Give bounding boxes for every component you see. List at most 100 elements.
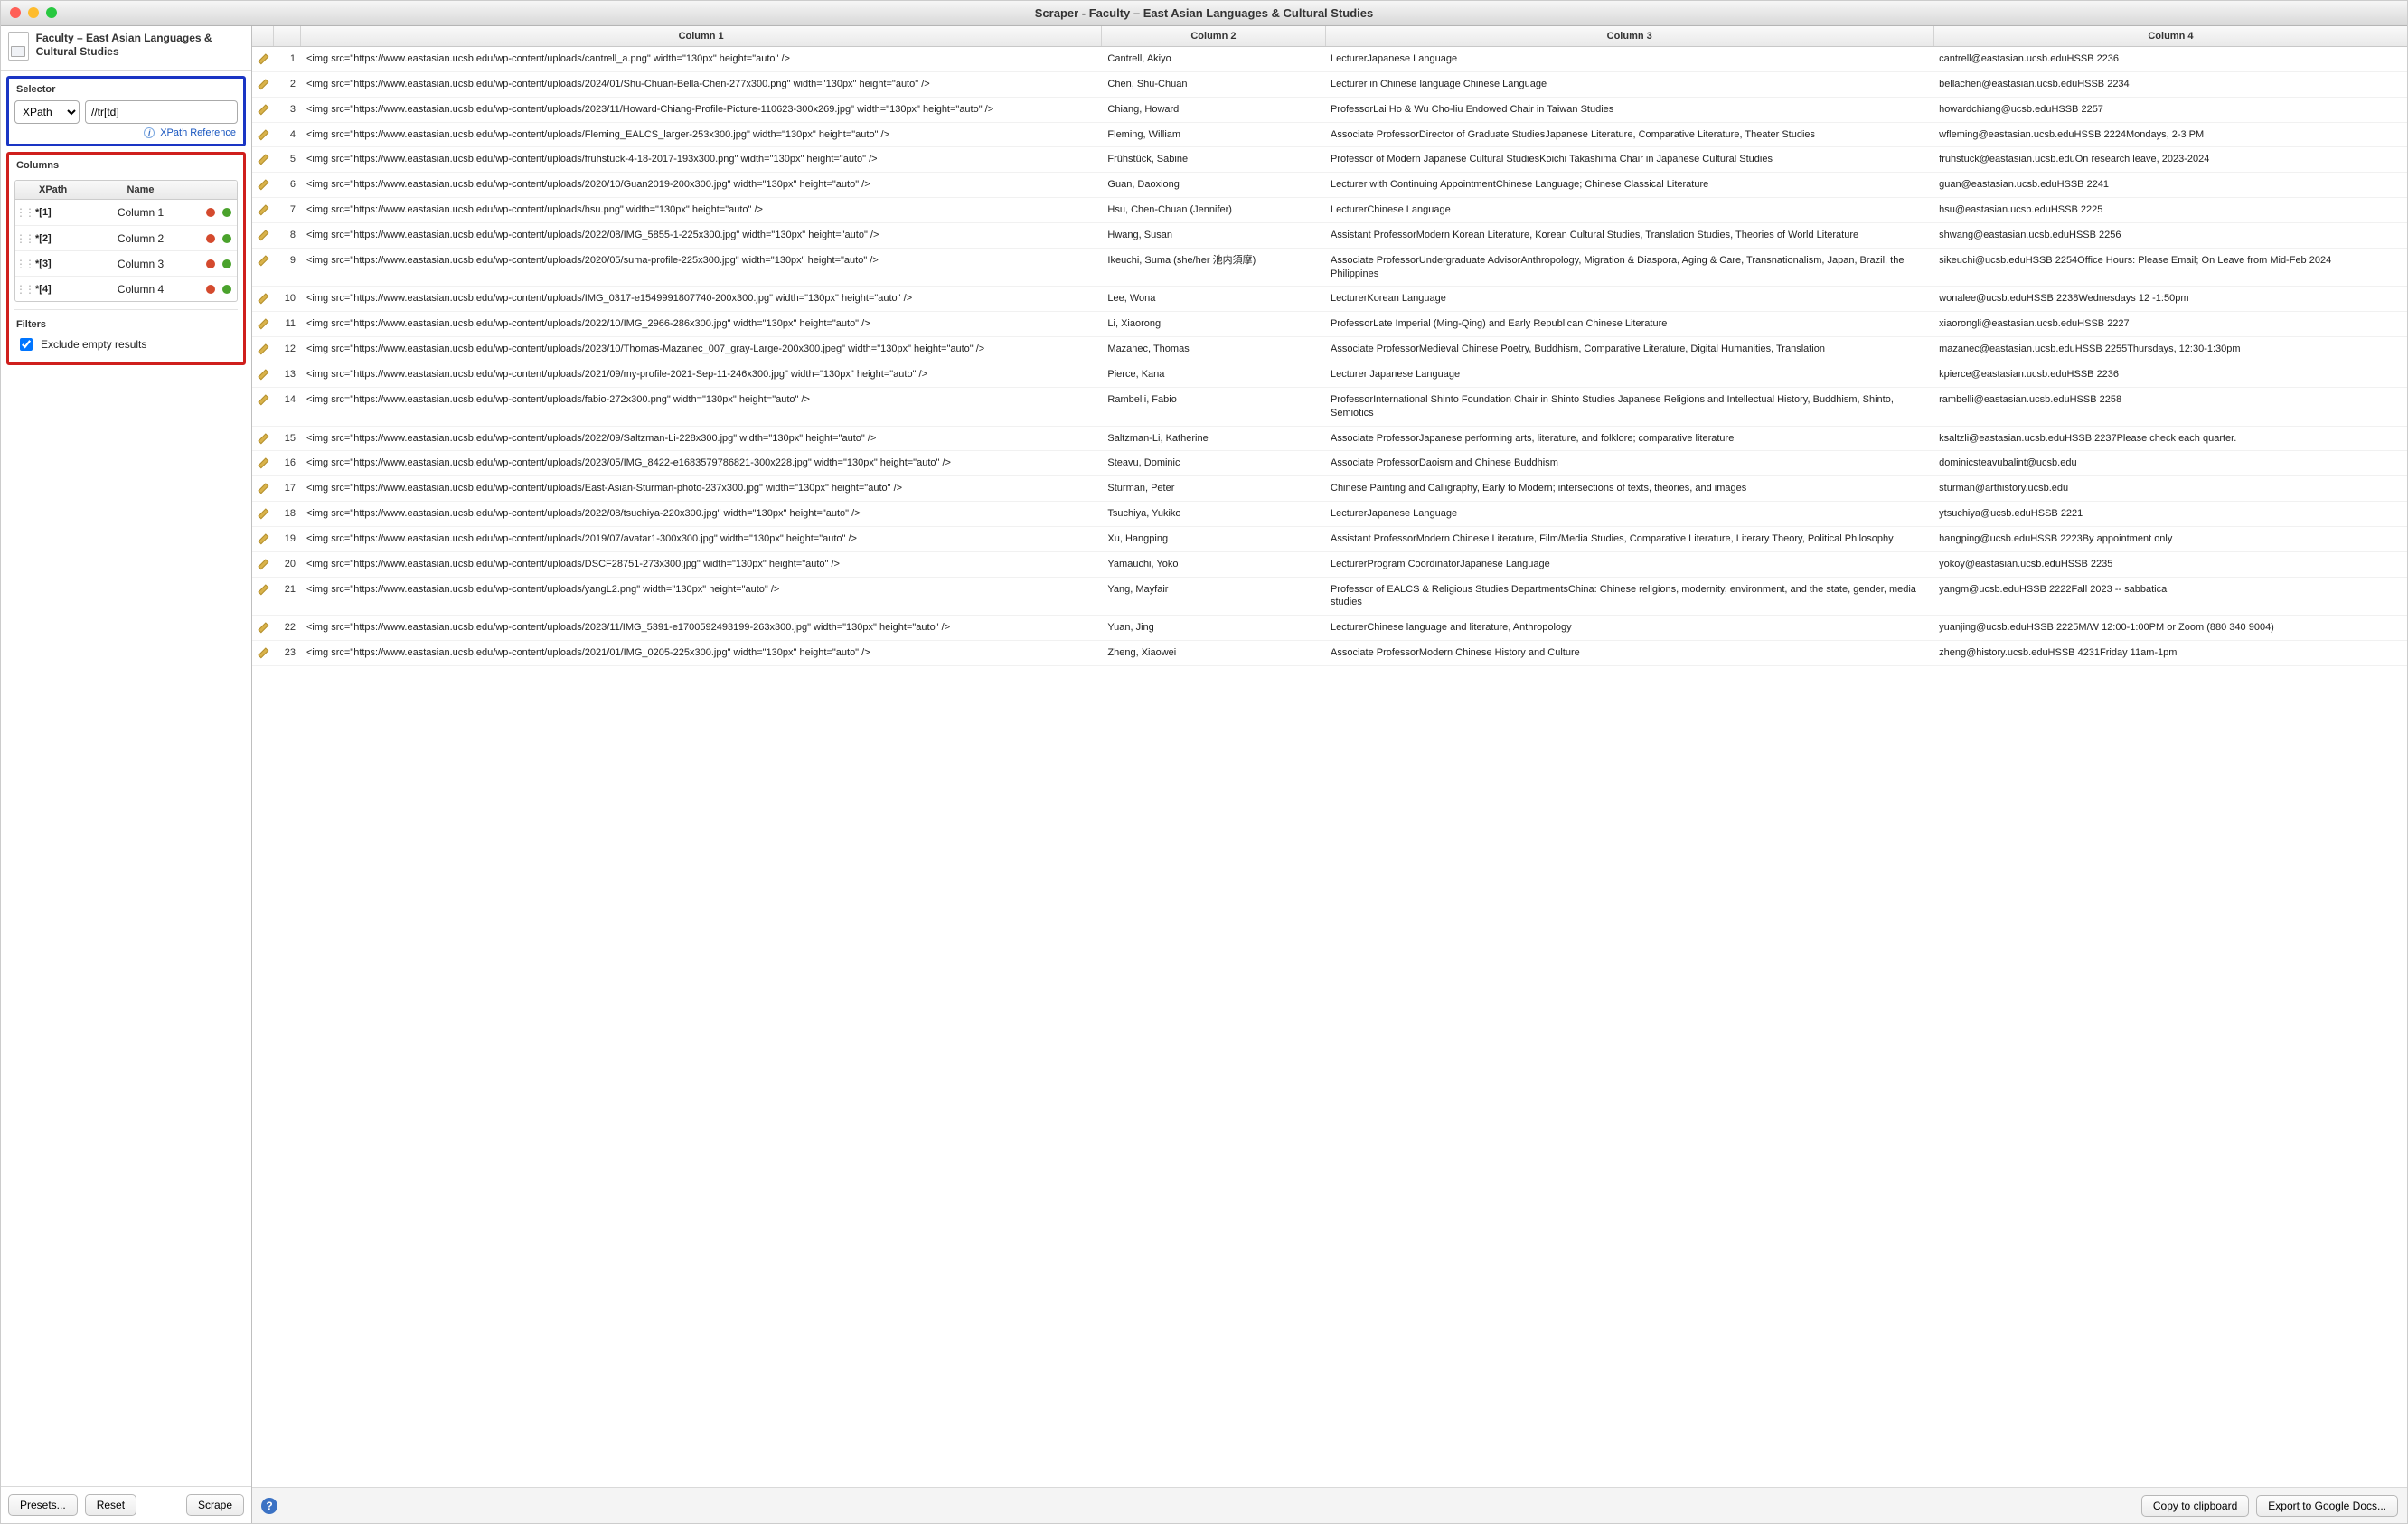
result-row[interactable]: 9<img src="https://www.eastasian.ucsb.ed…	[252, 249, 2407, 287]
xpath-reference-link[interactable]: XPath Reference	[160, 127, 236, 138]
pencil-icon[interactable]	[255, 290, 271, 306]
selector-type-dropdown[interactable]: XPathjQuery	[14, 100, 80, 124]
results-header-col4[interactable]: Column 4	[1934, 26, 2407, 46]
pencil-icon[interactable]	[255, 619, 271, 635]
pencil-icon[interactable]	[255, 556, 271, 572]
reset-button[interactable]: Reset	[85, 1494, 136, 1516]
column-row[interactable]: *[4]Column 4	[15, 276, 237, 301]
remove-column-icon[interactable]	[206, 234, 215, 243]
result-row[interactable]: 15<img src="https://www.eastasian.ucsb.e…	[252, 427, 2407, 452]
result-row[interactable]: 4<img src="https://www.eastasian.ucsb.ed…	[252, 123, 2407, 148]
edit-cell[interactable]	[252, 72, 274, 96]
pencil-icon[interactable]	[255, 505, 271, 522]
edit-cell[interactable]	[252, 47, 274, 71]
result-row[interactable]: 3<img src="https://www.eastasian.ucsb.ed…	[252, 98, 2407, 123]
result-row[interactable]: 14<img src="https://www.eastasian.ucsb.e…	[252, 388, 2407, 427]
help-icon[interactable]: ?	[261, 1498, 277, 1514]
result-row[interactable]: 6<img src="https://www.eastasian.ucsb.ed…	[252, 173, 2407, 198]
result-row[interactable]: 11<img src="https://www.eastasian.ucsb.e…	[252, 312, 2407, 337]
export-gdocs-button[interactable]: Export to Google Docs...	[2256, 1495, 2398, 1517]
edit-cell[interactable]	[252, 578, 274, 601]
column-name[interactable]: Column 2	[88, 232, 193, 245]
edit-cell[interactable]	[252, 451, 274, 475]
results-header-col1[interactable]: Column 1	[301, 26, 1102, 46]
result-row[interactable]: 2<img src="https://www.eastasian.ucsb.ed…	[252, 72, 2407, 98]
edit-cell[interactable]	[252, 476, 274, 500]
pencil-icon[interactable]	[255, 391, 271, 408]
pencil-icon[interactable]	[255, 341, 271, 357]
pencil-icon[interactable]	[255, 227, 271, 243]
result-row[interactable]: 20<img src="https://www.eastasian.ucsb.e…	[252, 552, 2407, 578]
add-column-icon[interactable]	[222, 208, 231, 217]
pencil-icon[interactable]	[255, 252, 271, 268]
result-row[interactable]: 22<img src="https://www.eastasian.ucsb.e…	[252, 616, 2407, 641]
column-name[interactable]: Column 3	[88, 258, 193, 270]
result-row[interactable]: 23<img src="https://www.eastasian.ucsb.e…	[252, 641, 2407, 666]
column-xpath[interactable]: *[1]	[33, 207, 88, 218]
result-row[interactable]: 21<img src="https://www.eastasian.ucsb.e…	[252, 578, 2407, 616]
edit-cell[interactable]	[252, 287, 274, 310]
column-row[interactable]: *[1]Column 1	[15, 200, 237, 225]
add-column-icon[interactable]	[222, 285, 231, 294]
minimize-window-button[interactable]	[28, 7, 39, 18]
result-row[interactable]: 10<img src="https://www.eastasian.ucsb.e…	[252, 287, 2407, 312]
edit-cell[interactable]	[252, 527, 274, 550]
edit-cell[interactable]	[252, 198, 274, 221]
pencil-icon[interactable]	[255, 100, 271, 117]
edit-cell[interactable]	[252, 98, 274, 121]
remove-column-icon[interactable]	[206, 208, 215, 217]
presets-button[interactable]: Presets...	[8, 1494, 78, 1516]
column-xpath[interactable]: *[4]	[33, 284, 88, 295]
result-row[interactable]: 7<img src="https://www.eastasian.ucsb.ed…	[252, 198, 2407, 223]
pencil-icon[interactable]	[255, 76, 271, 92]
copy-clipboard-button[interactable]: Copy to clipboard	[2141, 1495, 2249, 1517]
remove-column-icon[interactable]	[206, 285, 215, 294]
edit-cell[interactable]	[252, 123, 274, 146]
column-name[interactable]: Column 1	[88, 206, 193, 219]
result-row[interactable]: 17<img src="https://www.eastasian.ucsb.e…	[252, 476, 2407, 502]
edit-cell[interactable]	[252, 502, 274, 525]
remove-column-icon[interactable]	[206, 259, 215, 268]
edit-cell[interactable]	[252, 641, 274, 664]
pencil-icon[interactable]	[255, 315, 271, 332]
drag-handle-icon[interactable]	[15, 232, 33, 245]
results-body[interactable]: 1<img src="https://www.eastasian.ucsb.ed…	[252, 47, 2407, 1487]
pencil-icon[interactable]	[255, 126, 271, 142]
pencil-icon[interactable]	[255, 480, 271, 496]
pencil-icon[interactable]	[255, 366, 271, 382]
drag-handle-icon[interactable]	[15, 258, 33, 270]
result-row[interactable]: 16<img src="https://www.eastasian.ucsb.e…	[252, 451, 2407, 476]
result-row[interactable]: 8<img src="https://www.eastasian.ucsb.ed…	[252, 223, 2407, 249]
zoom-window-button[interactable]	[46, 7, 57, 18]
column-xpath[interactable]: *[3]	[33, 259, 88, 269]
pencil-icon[interactable]	[255, 429, 271, 446]
edit-cell[interactable]	[252, 362, 274, 386]
column-name[interactable]: Column 4	[88, 283, 193, 296]
close-window-button[interactable]	[10, 7, 21, 18]
pencil-icon[interactable]	[255, 455, 271, 471]
scrape-button[interactable]: Scrape	[186, 1494, 244, 1516]
pencil-icon[interactable]	[255, 644, 271, 661]
edit-cell[interactable]	[252, 147, 274, 171]
pencil-icon[interactable]	[255, 176, 271, 193]
results-header-col3[interactable]: Column 3	[1326, 26, 1934, 46]
pencil-icon[interactable]	[255, 51, 271, 67]
result-row[interactable]: 5<img src="https://www.eastasian.ucsb.ed…	[252, 147, 2407, 173]
edit-cell[interactable]	[252, 616, 274, 639]
edit-cell[interactable]	[252, 388, 274, 411]
pencil-icon[interactable]	[255, 531, 271, 547]
result-row[interactable]: 12<img src="https://www.eastasian.ucsb.e…	[252, 337, 2407, 362]
pencil-icon[interactable]	[255, 151, 271, 167]
pencil-icon[interactable]	[255, 202, 271, 218]
edit-cell[interactable]	[252, 173, 274, 196]
result-row[interactable]: 13<img src="https://www.eastasian.ucsb.e…	[252, 362, 2407, 388]
edit-cell[interactable]	[252, 552, 274, 576]
pencil-icon[interactable]	[255, 580, 271, 597]
add-column-icon[interactable]	[222, 234, 231, 243]
drag-handle-icon[interactable]	[15, 283, 33, 296]
edit-cell[interactable]	[252, 427, 274, 450]
result-row[interactable]: 19<img src="https://www.eastasian.ucsb.e…	[252, 527, 2407, 552]
add-column-icon[interactable]	[222, 259, 231, 268]
exclude-empty-label[interactable]: Exclude empty results	[41, 338, 146, 351]
edit-cell[interactable]	[252, 337, 274, 361]
